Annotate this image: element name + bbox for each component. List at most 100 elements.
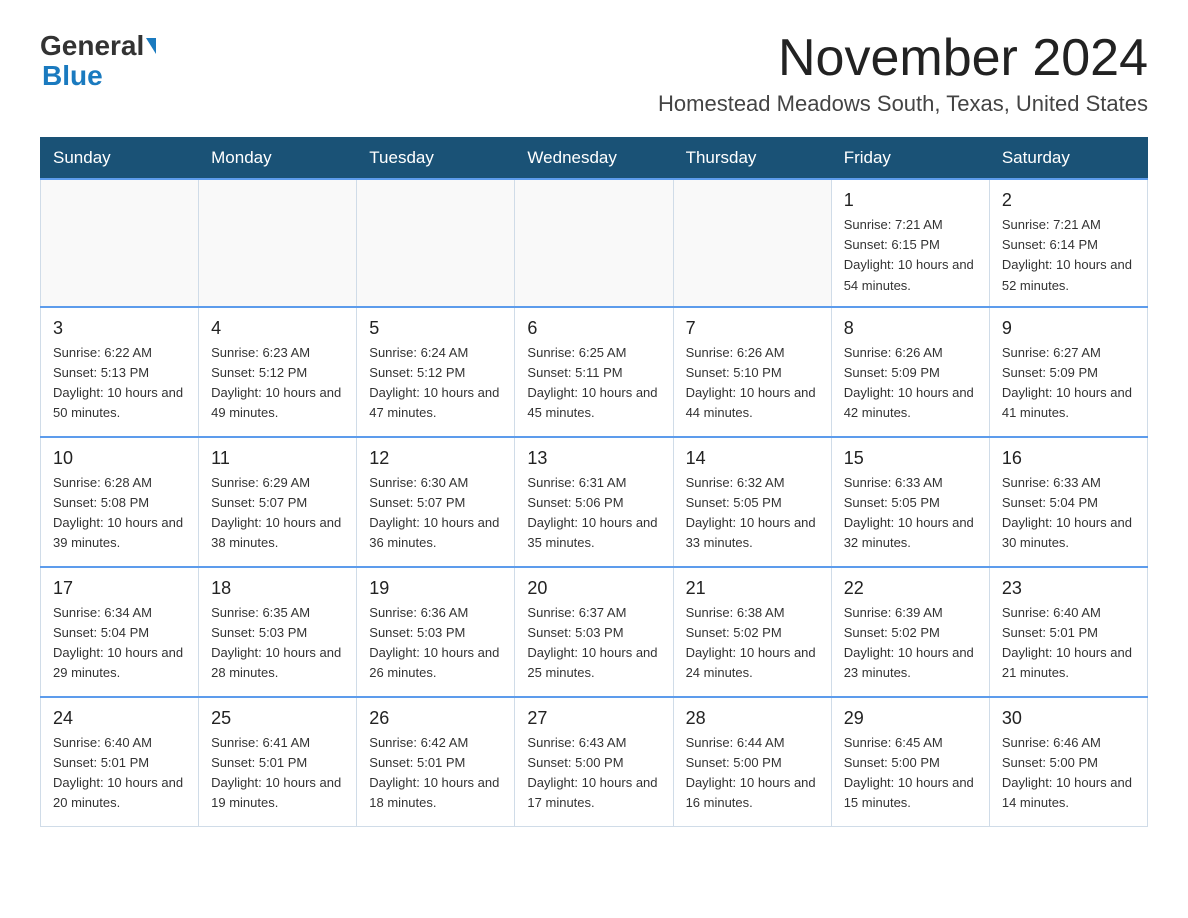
day-info: Sunrise: 7:21 AMSunset: 6:14 PMDaylight:…	[1002, 215, 1135, 296]
calendar-cell: 13Sunrise: 6:31 AMSunset: 5:06 PMDayligh…	[515, 437, 673, 567]
day-number: 24	[53, 708, 186, 729]
day-info: Sunrise: 6:41 AMSunset: 5:01 PMDaylight:…	[211, 733, 344, 814]
weekday-header-wednesday: Wednesday	[515, 138, 673, 180]
calendar-cell: 3 Sunrise: 6:22 AMSunset: 5:13 PMDaylight…	[41, 307, 199, 437]
day-info: Sunrise: 6:38 AMSunset: 5:02 PMDaylight:…	[686, 603, 819, 684]
weekday-header-sunday: Sunday	[41, 138, 199, 180]
day-info: Sunrise: 6:23 AMSunset: 5:12 PMDaylight:…	[211, 343, 344, 424]
calendar-cell: 9Sunrise: 6:27 AMSunset: 5:09 PMDaylight…	[989, 307, 1147, 437]
day-info: Sunrise: 6:34 AMSunset: 5:04 PMDaylight:…	[53, 603, 186, 684]
calendar-cell: 5Sunrise: 6:24 AMSunset: 5:12 PMDaylight…	[357, 307, 515, 437]
calendar-cell: 15 Sunrise: 6:33 AMSunset: 5:05 PMDayligh…	[831, 437, 989, 567]
calendar-cell	[515, 179, 673, 307]
day-number: 13	[527, 448, 660, 469]
calendar-week-row: 1 Sunrise: 7:21 AMSunset: 6:15 PMDaylight…	[41, 179, 1148, 307]
day-info: Sunrise: 6:39 AMSunset: 5:02 PMDaylight:…	[844, 603, 977, 684]
day-number: 27	[527, 708, 660, 729]
logo-general-text: General	[40, 30, 144, 62]
calendar-cell: 7 Sunrise: 6:26 AMSunset: 5:10 PMDaylight…	[673, 307, 831, 437]
day-info: Sunrise: 6:45 AMSunset: 5:00 PMDaylight:…	[844, 733, 977, 814]
calendar-cell: 19Sunrise: 6:36 AMSunset: 5:03 PMDayligh…	[357, 567, 515, 697]
day-info: Sunrise: 6:40 AMSunset: 5:01 PMDaylight:…	[1002, 603, 1135, 684]
calendar-header-row: SundayMondayTuesdayWednesdayThursdayFrid…	[41, 138, 1148, 180]
day-number: 22	[844, 578, 977, 599]
calendar-week-row: 3 Sunrise: 6:22 AMSunset: 5:13 PMDaylight…	[41, 307, 1148, 437]
logo: General Blue	[40, 30, 157, 92]
calendar-cell: 27 Sunrise: 6:43 AMSunset: 5:00 PMDayligh…	[515, 697, 673, 827]
calendar-cell: 16 Sunrise: 6:33 AMSunset: 5:04 PMDayligh…	[989, 437, 1147, 567]
logo-blue-text: Blue	[42, 60, 103, 91]
location-subtitle: Homestead Meadows South, Texas, United S…	[658, 91, 1148, 117]
month-title: November 2024	[658, 30, 1148, 87]
day-info: Sunrise: 6:27 AMSunset: 5:09 PMDaylight:…	[1002, 343, 1135, 424]
day-info: Sunrise: 6:26 AMSunset: 5:09 PMDaylight:…	[844, 343, 977, 424]
day-number: 14	[686, 448, 819, 469]
calendar-cell: 24 Sunrise: 6:40 AMSunset: 5:01 PMDayligh…	[41, 697, 199, 827]
calendar-table: SundayMondayTuesdayWednesdayThursdayFrid…	[40, 137, 1148, 827]
day-number: 4	[211, 318, 344, 339]
day-info: Sunrise: 6:44 AMSunset: 5:00 PMDaylight:…	[686, 733, 819, 814]
day-number: 29	[844, 708, 977, 729]
day-number: 21	[686, 578, 819, 599]
day-number: 28	[686, 708, 819, 729]
calendar-cell: 22 Sunrise: 6:39 AMSunset: 5:02 PMDayligh…	[831, 567, 989, 697]
day-number: 2	[1002, 190, 1135, 211]
logo-triangle-icon	[146, 38, 156, 54]
day-info: Sunrise: 6:25 AMSunset: 5:11 PMDaylight:…	[527, 343, 660, 424]
day-number: 7	[686, 318, 819, 339]
day-info: Sunrise: 6:33 AMSunset: 5:04 PMDaylight:…	[1002, 473, 1135, 554]
calendar-cell: 1 Sunrise: 7:21 AMSunset: 6:15 PMDaylight…	[831, 179, 989, 307]
day-number: 11	[211, 448, 344, 469]
day-number: 10	[53, 448, 186, 469]
day-number: 1	[844, 190, 977, 211]
calendar-cell: 6 Sunrise: 6:25 AMSunset: 5:11 PMDaylight…	[515, 307, 673, 437]
day-info: Sunrise: 6:28 AMSunset: 5:08 PMDaylight:…	[53, 473, 186, 554]
calendar-week-row: 24 Sunrise: 6:40 AMSunset: 5:01 PMDayligh…	[41, 697, 1148, 827]
day-info: Sunrise: 6:42 AMSunset: 5:01 PMDaylight:…	[369, 733, 502, 814]
day-number: 12	[369, 448, 502, 469]
weekday-header-saturday: Saturday	[989, 138, 1147, 180]
day-info: Sunrise: 7:21 AMSunset: 6:15 PMDaylight:…	[844, 215, 977, 296]
day-number: 26	[369, 708, 502, 729]
weekday-header-friday: Friday	[831, 138, 989, 180]
calendar-cell	[357, 179, 515, 307]
day-info: Sunrise: 6:36 AMSunset: 5:03 PMDaylight:…	[369, 603, 502, 684]
calendar-cell: 18Sunrise: 6:35 AMSunset: 5:03 PMDayligh…	[199, 567, 357, 697]
day-info: Sunrise: 6:30 AMSunset: 5:07 PMDaylight:…	[369, 473, 502, 554]
day-info: Sunrise: 6:40 AMSunset: 5:01 PMDaylight:…	[53, 733, 186, 814]
weekday-header-monday: Monday	[199, 138, 357, 180]
calendar-cell: 4 Sunrise: 6:23 AMSunset: 5:12 PMDaylight…	[199, 307, 357, 437]
day-number: 23	[1002, 578, 1135, 599]
calendar-cell: 12 Sunrise: 6:30 AMSunset: 5:07 PMDayligh…	[357, 437, 515, 567]
calendar-cell: 21 Sunrise: 6:38 AMSunset: 5:02 PMDayligh…	[673, 567, 831, 697]
calendar-cell: 2 Sunrise: 7:21 AMSunset: 6:14 PMDaylight…	[989, 179, 1147, 307]
day-info: Sunrise: 6:22 AMSunset: 5:13 PMDaylight:…	[53, 343, 186, 424]
day-info: Sunrise: 6:43 AMSunset: 5:00 PMDaylight:…	[527, 733, 660, 814]
calendar-cell: 8 Sunrise: 6:26 AMSunset: 5:09 PMDaylight…	[831, 307, 989, 437]
day-number: 6	[527, 318, 660, 339]
calendar-cell	[199, 179, 357, 307]
weekday-header-thursday: Thursday	[673, 138, 831, 180]
day-number: 20	[527, 578, 660, 599]
day-number: 18	[211, 578, 344, 599]
calendar-week-row: 17 Sunrise: 6:34 AMSunset: 5:04 PMDayligh…	[41, 567, 1148, 697]
day-info: Sunrise: 6:33 AMSunset: 5:05 PMDaylight:…	[844, 473, 977, 554]
day-number: 30	[1002, 708, 1135, 729]
day-number: 25	[211, 708, 344, 729]
day-info: Sunrise: 6:26 AMSunset: 5:10 PMDaylight:…	[686, 343, 819, 424]
calendar-cell: 14 Sunrise: 6:32 AMSunset: 5:05 PMDayligh…	[673, 437, 831, 567]
day-number: 8	[844, 318, 977, 339]
calendar-cell: 28 Sunrise: 6:44 AMSunset: 5:00 PMDayligh…	[673, 697, 831, 827]
day-number: 17	[53, 578, 186, 599]
calendar-cell: 23 Sunrise: 6:40 AMSunset: 5:01 PMDayligh…	[989, 567, 1147, 697]
day-info: Sunrise: 6:24 AMSunset: 5:12 PMDaylight:…	[369, 343, 502, 424]
day-info: Sunrise: 6:46 AMSunset: 5:00 PMDaylight:…	[1002, 733, 1135, 814]
day-number: 15	[844, 448, 977, 469]
day-info: Sunrise: 6:32 AMSunset: 5:05 PMDaylight:…	[686, 473, 819, 554]
page-header: General Blue November 2024 Homestead Mea…	[40, 30, 1148, 117]
day-number: 16	[1002, 448, 1135, 469]
day-number: 3	[53, 318, 186, 339]
title-area: November 2024 Homestead Meadows South, T…	[658, 30, 1148, 117]
calendar-cell: 20 Sunrise: 6:37 AMSunset: 5:03 PMDayligh…	[515, 567, 673, 697]
day-info: Sunrise: 6:37 AMSunset: 5:03 PMDaylight:…	[527, 603, 660, 684]
